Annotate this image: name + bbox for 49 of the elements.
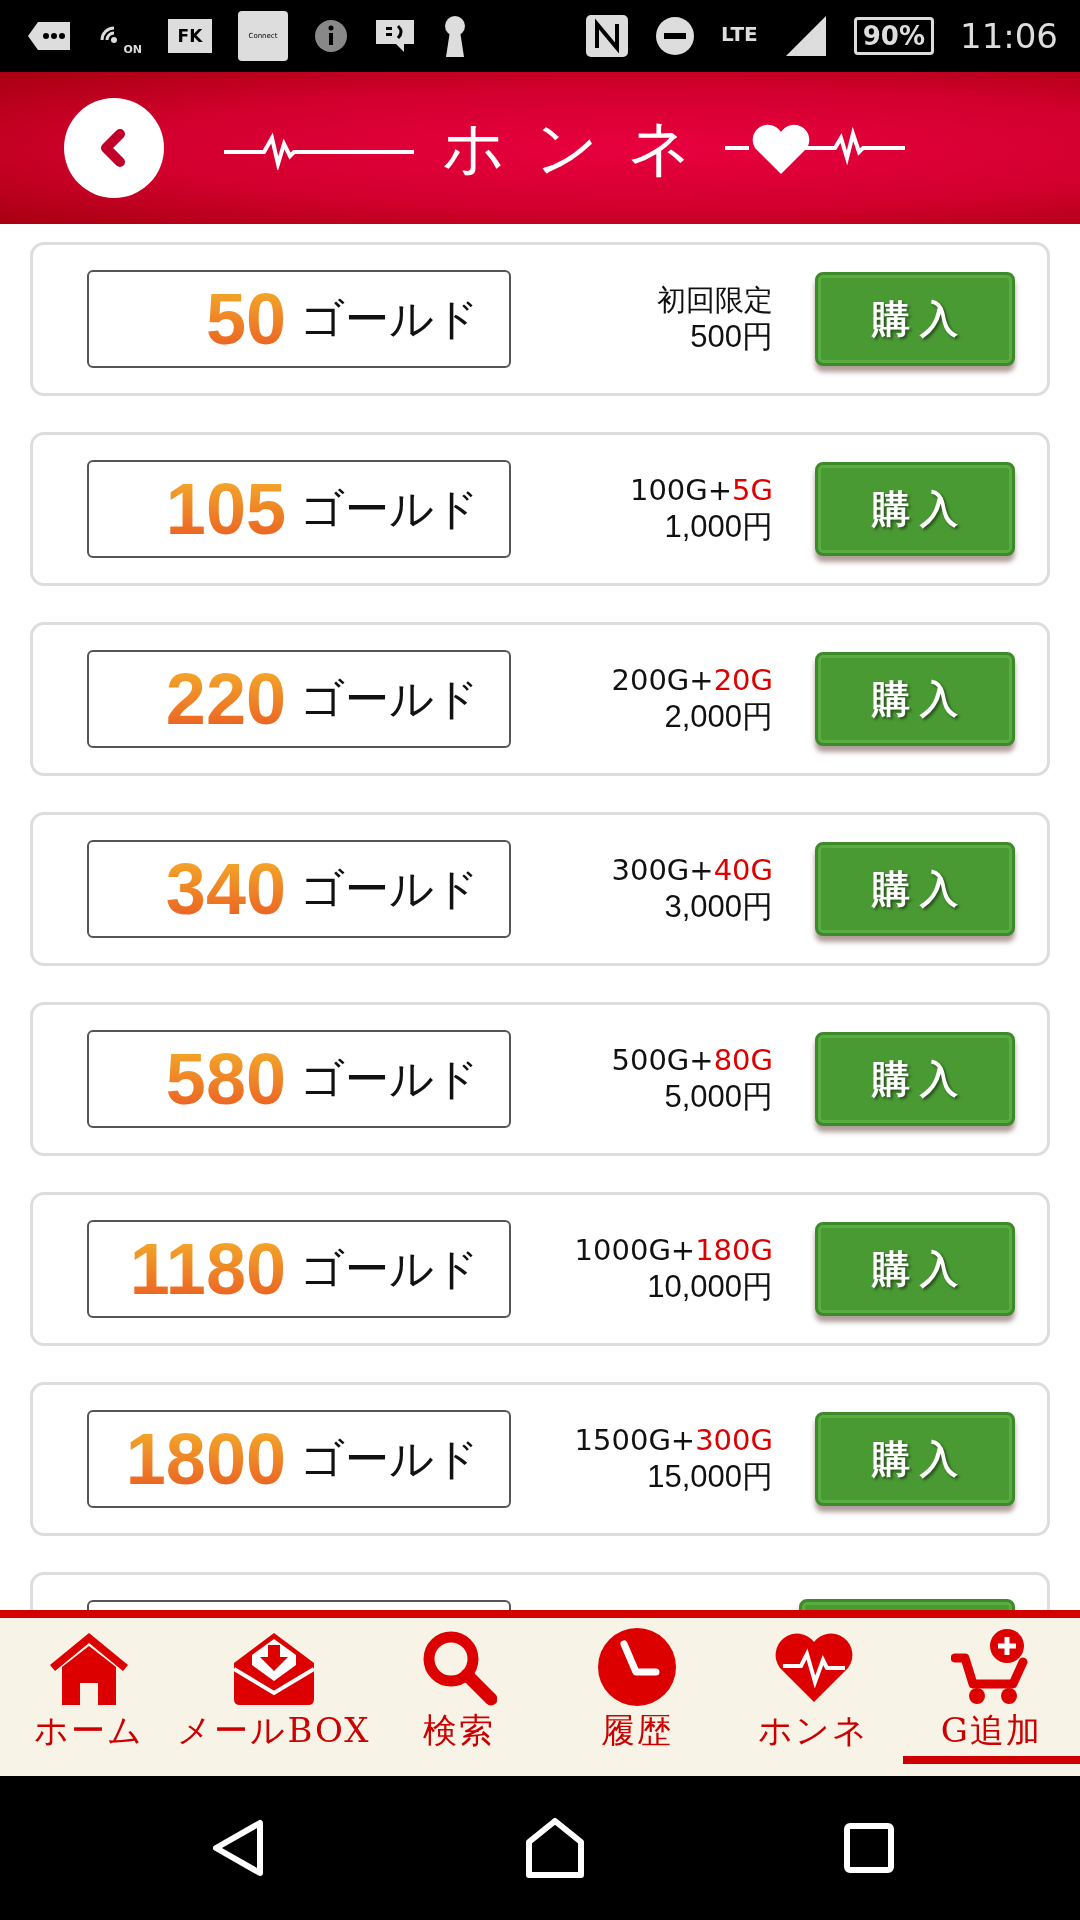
- buy-button[interactable]: 購入: [815, 1222, 1015, 1316]
- price: 500円: [690, 317, 773, 356]
- nfc-icon: [585, 14, 630, 58]
- bonus-note: 初回限定: [657, 281, 773, 318]
- currency-unit: ゴールド: [300, 291, 479, 346]
- notification-icon: [28, 19, 72, 53]
- network-type: LTE: [721, 22, 758, 46]
- app-title: ホンネ: [442, 110, 721, 186]
- buy-button[interactable]: 購入: [815, 462, 1015, 556]
- tab-item[interactable]: メールBOX: [177, 1618, 371, 1764]
- app-icon: FK: [168, 19, 212, 53]
- price: 1,000円: [664, 507, 773, 546]
- tab-item[interactable]: G追加: [902, 1618, 1080, 1764]
- tab-item[interactable]: ホーム: [0, 1618, 178, 1764]
- currency-unit: ゴールド: [300, 481, 479, 536]
- tab-item[interactable]: ホンネ: [725, 1618, 903, 1764]
- price: 5,000円: [664, 1077, 773, 1116]
- clock-icon: [597, 1628, 676, 1706]
- buy-button[interactable]: 購入: [815, 272, 1015, 366]
- bonus-note: 300G+40G: [611, 851, 773, 888]
- buy-button[interactable]: 購入: [815, 1412, 1015, 1506]
- keyhole-icon: [442, 15, 468, 57]
- price: 2,000円: [664, 697, 773, 736]
- clock-time: 11:06: [960, 16, 1058, 56]
- back-nav-icon[interactable]: [212, 1819, 266, 1877]
- price: 3,000円: [664, 887, 773, 926]
- do-not-disturb-icon: [655, 16, 696, 56]
- price: 15,000円: [647, 1457, 773, 1496]
- price: 10,000円: [647, 1267, 773, 1306]
- bonus-note: 100G+5G: [629, 471, 773, 508]
- bonus-note: 1000G+180G: [574, 1231, 773, 1268]
- buy-button[interactable]: 購入: [815, 842, 1015, 936]
- currency-unit: ゴールド: [300, 1241, 479, 1296]
- currency-unit: ゴールド: [300, 671, 479, 726]
- info-icon: [314, 19, 348, 53]
- bonus-note: 500G+80G: [611, 1041, 773, 1078]
- bonus-note: 1500G+300G: [574, 1421, 773, 1458]
- recent-apps-icon[interactable]: [844, 1823, 894, 1873]
- message-icon: [374, 18, 416, 54]
- bonus-note: 200G+20G: [611, 661, 773, 698]
- tab-item[interactable]: 検索: [370, 1618, 548, 1764]
- currency-unit: ゴールド: [300, 1431, 479, 1486]
- home-nav-icon[interactable]: [525, 1818, 585, 1878]
- buy-button[interactable]: 購入: [815, 652, 1015, 746]
- buy-button[interactable]: 購入: [815, 1032, 1015, 1126]
- tab-item[interactable]: 履歴: [547, 1618, 726, 1764]
- currency-unit: ゴールド: [300, 861, 479, 916]
- currency-unit: ゴールド: [300, 1051, 479, 1106]
- battery-icon: 90%: [853, 17, 934, 55]
